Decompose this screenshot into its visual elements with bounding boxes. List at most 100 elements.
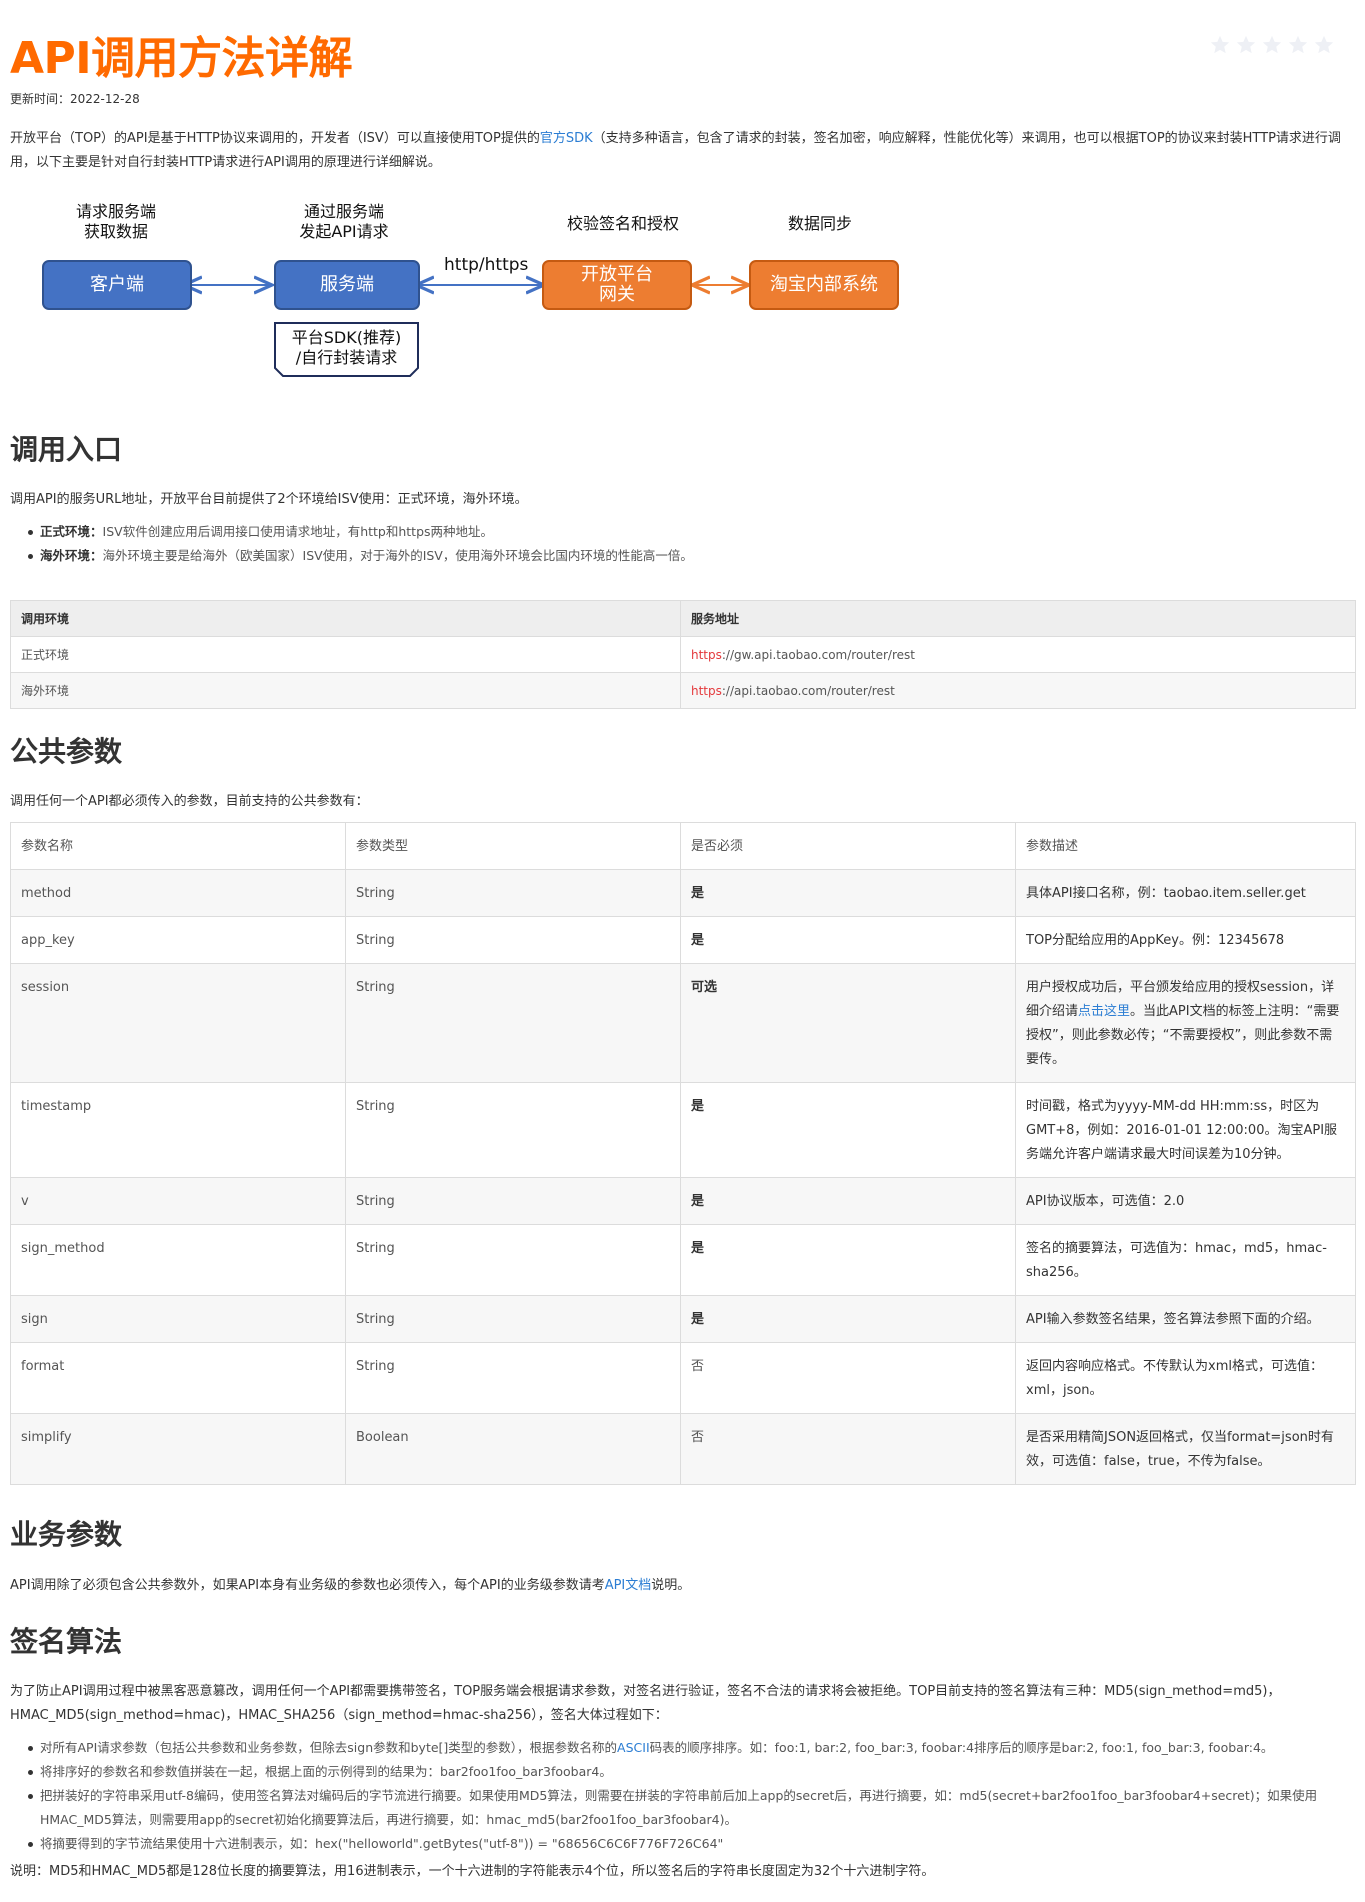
url-scheme: https <box>691 647 722 662</box>
url-rest: ://gw.api.taobao.com/router/rest <box>721 647 915 662</box>
param-name: sign <box>10 1295 346 1343</box>
service-url[interactable]: https://api.taobao.com/router/rest <box>680 672 1356 709</box>
param-desc: API输入参数签名结果，签名算法参照下面的介绍。 <box>1015 1295 1356 1343</box>
intro-text: 开放平台（TOP）的API是基于HTTP协议来调用的，开发者（ISV）可以直接使… <box>10 131 540 146</box>
column-header: 参数名称 <box>10 822 346 870</box>
table-row: app_key String 是 TOP分配给应用的AppKey。例：12345… <box>10 916 1356 964</box>
star-icon[interactable] <box>1287 34 1309 56</box>
star-icon[interactable] <box>1209 34 1231 56</box>
table-header-row: 参数名称 参数类型 是否必须 参数描述 <box>10 822 1356 870</box>
url-rest: ://api.taobao.com/router/rest <box>721 683 895 698</box>
param-required: 是 <box>680 1082 1016 1178</box>
step-text: 对所有API请求参数（包括公共参数和业务参数，但除去sign参数和byte[]类… <box>40 1740 618 1755</box>
param-desc: 具体API接口名称，例：taobao.item.seller.get <box>1015 869 1356 917</box>
gateway-label: 校验签名和授权 <box>566 214 679 233</box>
service-url[interactable]: https://gw.api.taobao.com/router/rest <box>680 636 1356 673</box>
architecture-diagram: 请求服务端 获取数据 通过服务端 发起API请求 校验签名和授权 数据同步 客户… <box>30 196 910 386</box>
intro-paragraph: 开放平台（TOP）的API是基于HTTP协议来调用的，开发者（ISV）可以直接使… <box>10 127 1350 175</box>
client-label: 请求服务端 获取数据 <box>75 202 156 241</box>
env-name: 海外环境 <box>10 672 681 709</box>
param-desc: 返回内容响应格式。不传默认为xml格式，可选值：xml，json。 <box>1015 1342 1356 1414</box>
section-heading-sign: 签名算法 <box>10 1625 123 1658</box>
param-type: String <box>345 869 681 917</box>
table-row: timestamp String 是 时间戳，格式为yyyy-MM-dd HH:… <box>10 1082 1356 1178</box>
environment-table: 调用环境 服务地址 正式环境 https://gw.api.taobao.com… <box>10 600 1356 709</box>
list-item: 正式环境：ISV软件创建应用后调用接口使用请求地址，有http和https两种地… <box>28 520 1348 544</box>
param-name: v <box>10 1177 346 1225</box>
param-required: 可选 <box>680 963 1016 1083</box>
internal-label: 数据同步 <box>787 214 852 233</box>
auth-link[interactable]: 点击这里 <box>1078 1004 1130 1019</box>
table-row: 海外环境 https://api.taobao.com/router/rest <box>10 672 1356 709</box>
param-name: method <box>10 869 346 917</box>
biz-text-end: 说明。 <box>651 1578 691 1593</box>
public-params-table: 参数名称 参数类型 是否必须 参数描述 method String 是 具体AP… <box>10 822 1356 1485</box>
gateway-box: 开放平台 网关 <box>542 260 692 310</box>
table-row: 正式环境 https://gw.api.taobao.com/router/re… <box>10 636 1356 673</box>
section-heading-public-params: 公共参数 <box>10 735 123 768</box>
client-box: 客户端 <box>42 260 192 310</box>
bullet-label: 正式环境： <box>40 524 103 539</box>
protocol-label: http/https <box>444 255 529 275</box>
param-required: 否 <box>680 1342 1016 1414</box>
param-desc: TOP分配给应用的AppKey。例：12345678 <box>1015 916 1356 964</box>
table-header-row: 调用环境 服务地址 <box>10 600 1356 637</box>
param-desc: 是否采用精简JSON返回格式，仅当format=json时有效，可选值：fals… <box>1015 1413 1356 1485</box>
star-icon[interactable] <box>1235 34 1257 56</box>
section-heading-entry: 调用入口 <box>10 433 123 466</box>
param-name: sign_method <box>10 1224 346 1296</box>
sign-description: 为了防止API调用过程中被黑客恶意篡改，调用任何一个API都需要携带签名，TOP… <box>10 1684 1281 1723</box>
param-required: 是 <box>680 1177 1016 1225</box>
star-icon[interactable] <box>1261 34 1283 56</box>
table-row: method String 是 具体API接口名称，例：taobao.item.… <box>10 869 1356 917</box>
bullet-text: ISV软件创建应用后调用接口使用请求地址，有http和https两种地址。 <box>102 524 494 539</box>
column-header: 服务地址 <box>680 600 1356 637</box>
param-desc: 时间戳，格式为yyyy-MM-dd HH:mm:ss，时区为GMT+8，例如：2… <box>1015 1082 1356 1178</box>
param-name: session <box>10 963 346 1083</box>
rating-stars[interactable] <box>1209 34 1335 56</box>
ascii-link[interactable]: ASCII <box>617 1740 650 1755</box>
list-item: 将摘要得到的字节流结果使用十六进制表示，如：hex("helloworld".g… <box>28 1832 1348 1856</box>
section-heading-biz-params: 业务参数 <box>10 1518 123 1551</box>
table-row: session String 可选 用户授权成功后，平台颁发给应用的授权sess… <box>10 963 1356 1083</box>
list-item: 海外环境：海外环境主要是给海外（欧美国家）ISV使用，对于海外的ISV，使用海外… <box>28 544 1348 568</box>
entry-description: 调用API的服务URL地址，开放平台目前提供了2个环境给ISV使用：正式环境，海… <box>10 492 528 507</box>
table-row: sign_method String 是 签名的摘要算法，可选值为：hmac，m… <box>10 1224 1356 1296</box>
column-header: 参数类型 <box>345 822 681 870</box>
param-required: 是 <box>680 916 1016 964</box>
param-desc: API协议版本，可选值：2.0 <box>1015 1177 1356 1225</box>
step-text-end: 码表的顺序排序。如：foo:1, bar:2, foo_bar:3, fooba… <box>649 1740 1274 1755</box>
internal-box: 淘宝内部系统 <box>749 260 899 310</box>
column-header: 参数描述 <box>1015 822 1356 870</box>
param-desc: 签名的摘要算法，可选值为：hmac，md5，hmac-sha256。 <box>1015 1224 1356 1296</box>
star-icon[interactable] <box>1313 34 1335 56</box>
api-doc-link[interactable]: API文档 <box>605 1578 652 1593</box>
param-type: String <box>345 1177 681 1225</box>
url-scheme: https <box>691 683 722 698</box>
param-type: Boolean <box>345 1413 681 1485</box>
sdk-label: 平台SDK(推荐) /自行封装请求 <box>291 328 402 367</box>
sdk-link[interactable]: 官方SDK <box>540 131 593 146</box>
column-header: 是否必须 <box>680 822 1016 870</box>
biz-params-description: API调用除了必须包含公共参数外，如果API本身有业务级的参数也必须传入，每个A… <box>10 1574 1350 1598</box>
param-name: format <box>10 1342 346 1414</box>
sign-steps: 对所有API请求参数（包括公共参数和业务参数，但除去sign参数和byte[]类… <box>28 1736 1348 1856</box>
param-name: timestamp <box>10 1082 346 1178</box>
page-title: API调用方法详解 <box>10 33 353 84</box>
param-type: String <box>345 1224 681 1296</box>
table-row: sign String 是 API输入参数签名结果，签名算法参照下面的介绍。 <box>10 1295 1356 1343</box>
entry-bullets: 正式环境：ISV软件创建应用后调用接口使用请求地址，有http和https两种地… <box>28 520 1348 568</box>
table-row: simplify Boolean 否 是否采用精简JSON返回格式，仅当form… <box>10 1413 1356 1485</box>
server-box: 服务端 <box>274 260 420 310</box>
table-row: v String 是 API协议版本，可选值：2.0 <box>10 1177 1356 1225</box>
param-type: String <box>345 1295 681 1343</box>
param-type: String <box>345 916 681 964</box>
list-item: 把拼装好的字符串采用utf-8编码，使用签名算法对编码后的字节流进行摘要。如果使… <box>28 1784 1348 1832</box>
list-item: 将排序好的参数名和参数值拼装在一起，根据上面的示例得到的结果为：bar2foo1… <box>28 1760 1348 1784</box>
param-required: 是 <box>680 1295 1016 1343</box>
server-label: 通过服务端 发起API请求 <box>299 202 389 241</box>
param-type: String <box>345 1082 681 1178</box>
bullet-text: 海外环境主要是给海外（欧美国家）ISV使用，对于海外的ISV，使用海外环境会比国… <box>102 548 693 563</box>
param-type: String <box>345 1342 681 1414</box>
table-row: format String 否 返回内容响应格式。不传默认为xml格式，可选值：… <box>10 1342 1356 1414</box>
